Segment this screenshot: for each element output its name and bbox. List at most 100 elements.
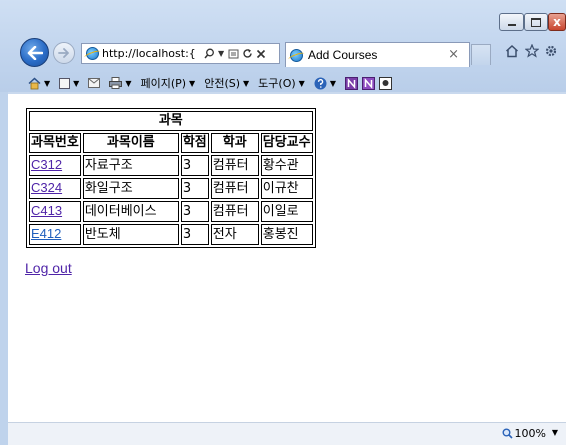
onenote-linked-command[interactable] — [344, 76, 358, 90]
header-department: 학과 — [210, 133, 259, 153]
logout-link[interactable]: Log out — [25, 260, 72, 276]
print-command[interactable]: ▼ — [109, 77, 131, 89]
professor-cell: 이규찬 — [260, 178, 313, 199]
courses-table: 과목 과목번호 과목이름 학점 학과 담당교수 C312 자료구조 3 컴퓨터 … — [26, 108, 316, 248]
status-bar: 100% ▼ — [8, 422, 566, 445]
course-code-cell: C312 — [29, 155, 81, 176]
header-credits: 학점 — [180, 133, 209, 153]
table-row: C312 자료구조 3 컴퓨터 황수관 — [29, 155, 313, 176]
onenote-send-command[interactable] — [361, 76, 375, 90]
table-caption: 과목 — [29, 111, 313, 131]
mail-icon — [88, 78, 101, 88]
home-icon[interactable] — [505, 44, 519, 58]
stop-icon[interactable] — [256, 49, 266, 59]
credits-cell: 3 — [180, 178, 209, 199]
dropdown-icon: ▼ — [189, 78, 196, 88]
dropdown-icon[interactable]: ▼ — [330, 79, 336, 88]
maximize-button[interactable] — [524, 13, 548, 31]
dropdown-icon[interactable]: ▼ — [125, 79, 131, 88]
research-icon — [378, 76, 392, 90]
feeds-command[interactable]: ▼ — [59, 77, 79, 89]
page-viewport: 과목 과목번호 과목이름 학점 학과 담당교수 C312 자료구조 3 컴퓨터 … — [8, 94, 566, 422]
menu-safety-label: 안전(S) — [204, 77, 241, 90]
table-caption-row: 과목 — [29, 111, 313, 131]
menu-page[interactable]: 페이지(P) ▼ — [140, 75, 195, 91]
command-bar: ▼ ▼ ▼ 페이지(P) ▼ 안전(S) ▼ 도구(O) ▼ ▼ — [0, 72, 566, 94]
zoom-control[interactable]: 100% — [502, 427, 546, 440]
favorites-star-icon[interactable] — [525, 44, 539, 58]
new-tab-button[interactable] — [471, 44, 491, 65]
course-name-cell: 데이터베이스 — [82, 201, 179, 222]
close-window-button[interactable]: x — [548, 13, 566, 31]
dropdown-icon[interactable]: ▼ — [218, 49, 224, 58]
course-name-cell: 자료구조 — [82, 155, 179, 176]
department-cell: 컴퓨터 — [210, 178, 259, 199]
tab-add-courses[interactable]: Add Courses × — [285, 42, 470, 67]
feeds-icon — [59, 77, 71, 89]
course-code-link[interactable]: E412 — [31, 226, 61, 241]
dropdown-icon[interactable]: ▼ — [44, 79, 50, 88]
table-header-row: 과목번호 과목이름 학점 학과 담당교수 — [29, 133, 313, 153]
course-code-cell: E412 — [29, 224, 81, 245]
credits-cell: 3 — [180, 155, 209, 176]
refresh-icon[interactable] — [242, 48, 253, 59]
header-professor: 담당교수 — [260, 133, 313, 153]
tab-close-icon[interactable]: × — [448, 47, 459, 62]
zoom-level: 100% — [514, 427, 546, 440]
close-icon: x — [553, 15, 561, 29]
maximize-icon — [531, 17, 541, 27]
forward-arrow-icon — [58, 48, 69, 58]
table-row: E412 반도체 3 전자 홍봉진 — [29, 224, 313, 245]
course-code-link[interactable]: C312 — [31, 157, 62, 172]
course-name-cell: 반도체 — [82, 224, 179, 245]
menu-safety[interactable]: 안전(S) ▼ — [204, 75, 249, 91]
table-row: C324 화일구조 3 컴퓨터 이규찬 — [29, 178, 313, 199]
department-cell: 전자 — [210, 224, 259, 245]
research-command[interactable] — [378, 76, 392, 90]
course-code-link[interactable]: C324 — [31, 180, 62, 195]
ie-tab-icon — [290, 48, 303, 62]
department-cell: 컴퓨터 — [210, 201, 259, 222]
mail-command[interactable] — [88, 78, 101, 88]
course-code-link[interactable]: C413 — [31, 203, 62, 218]
dropdown-icon: ▼ — [298, 78, 305, 88]
back-button[interactable] — [20, 38, 49, 67]
home-small-icon — [28, 76, 41, 89]
credits-cell: 3 — [180, 201, 209, 222]
professor-cell: 황수관 — [260, 155, 313, 176]
professor-cell: 이일로 — [260, 201, 313, 222]
address-bar[interactable]: http://localhost:{ ▼ — [81, 43, 280, 64]
search-icon[interactable] — [204, 48, 215, 59]
browser-chrome: x http://localhost:{ ▼ Add Courses × ▼ ▼… — [0, 0, 566, 92]
help-icon — [314, 77, 327, 89]
header-course-code: 과목번호 — [29, 133, 81, 153]
home-command[interactable]: ▼ — [28, 76, 50, 90]
back-arrow-icon — [27, 45, 43, 60]
settings-gear-icon[interactable] — [544, 44, 558, 58]
table-row: C413 데이터베이스 3 컴퓨터 이일로 — [29, 201, 313, 222]
zoom-magnifier-icon — [502, 428, 513, 439]
window-left-border — [0, 92, 8, 445]
course-code-cell: C413 — [29, 201, 81, 222]
menu-tools-label: 도구(O) — [258, 77, 296, 90]
printer-icon — [109, 77, 123, 89]
header-course-name: 과목이름 — [82, 133, 179, 153]
compatibility-icon[interactable] — [228, 48, 239, 59]
menu-page-label: 페이지(P) — [140, 77, 187, 90]
address-url[interactable]: http://localhost:{ — [102, 47, 202, 60]
minimize-button[interactable] — [499, 13, 524, 31]
tab-title: Add Courses — [308, 48, 378, 62]
course-name-cell: 화일구조 — [82, 178, 179, 199]
onenote-linked-icon — [344, 76, 358, 90]
course-code-cell: C324 — [29, 178, 81, 199]
professor-cell: 홍봉진 — [260, 224, 313, 245]
department-cell: 컴퓨터 — [210, 155, 259, 176]
dropdown-icon[interactable]: ▼ — [73, 79, 79, 88]
onenote-send-icon — [361, 76, 375, 90]
credits-cell: 3 — [180, 224, 209, 245]
ie-page-icon — [86, 47, 99, 60]
zoom-dropdown-icon[interactable]: ▼ — [552, 428, 558, 437]
menu-tools[interactable]: 도구(O) ▼ — [258, 75, 305, 91]
help-command[interactable]: ▼ — [314, 77, 336, 90]
forward-button[interactable] — [53, 42, 75, 64]
